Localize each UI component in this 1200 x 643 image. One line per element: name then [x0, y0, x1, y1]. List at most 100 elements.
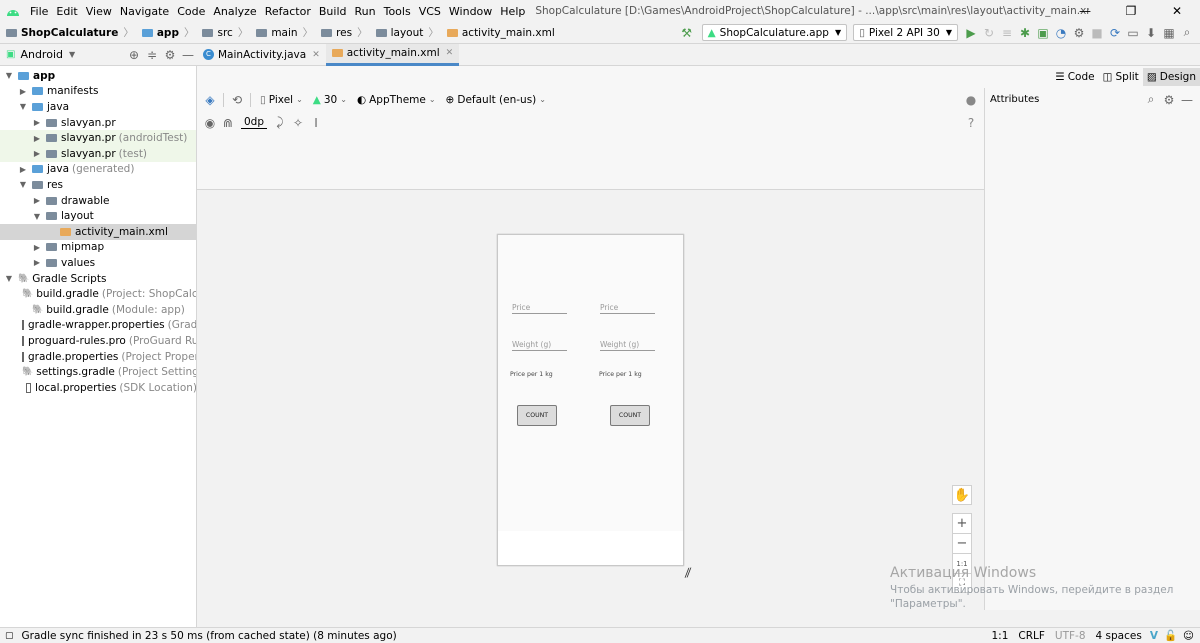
breadcrumb-file[interactable]: activity_main.xml: [443, 27, 559, 39]
breadcrumb-layout[interactable]: layout 〉: [372, 25, 443, 40]
tree-item[interactable]: 🐘settings.gradle(Project Settings): [0, 364, 196, 380]
device-select[interactable]: ▯ Pixel 2 API 30 ▼: [853, 24, 958, 41]
lock-icon[interactable]: 🔓: [1164, 629, 1177, 642]
apply-changes-icon[interactable]: ↻: [980, 24, 998, 42]
default-margin-select[interactable]: 0dp: [241, 116, 268, 129]
weight-field-1[interactable]: Weight (g): [512, 340, 567, 351]
locate-target-icon[interactable]: ⊕: [125, 46, 143, 64]
close-icon[interactable]: ✕: [1154, 4, 1200, 18]
gear-icon[interactable]: ⚙: [1160, 91, 1178, 109]
file-encoding[interactable]: UTF-8: [1055, 630, 1086, 642]
tree-item[interactable]: gradle.properties(Project Properties): [0, 349, 196, 365]
count-button-2[interactable]: COUNT: [610, 405, 650, 426]
tree-item[interactable]: ▶ mipmap: [0, 240, 196, 256]
menu-navigate[interactable]: Navigate: [116, 5, 173, 18]
chevron-down-icon[interactable]: ▼: [69, 50, 75, 59]
close-tab-icon[interactable]: ✕: [312, 50, 320, 60]
tree-item[interactable]: ▶ drawable: [0, 193, 196, 209]
sync-gradle-icon[interactable]: ⟳: [1106, 24, 1124, 42]
menu-window[interactable]: Window: [445, 5, 496, 18]
checkmark-icon[interactable]: V: [1150, 630, 1158, 642]
tree-item[interactable]: gradle-wrapper.properties(Gradle Version…: [0, 318, 196, 334]
code-view-button[interactable]: ☰ Code: [1051, 68, 1098, 86]
tree-item[interactable]: activity_main.xml: [0, 224, 196, 240]
tree-item[interactable]: ▶ slavyan.pr: [0, 115, 196, 131]
phone-preview[interactable]: Price Price Weight (g) Weight (g) Price …: [497, 234, 684, 566]
tree-item[interactable]: ▶ java (generated): [0, 162, 196, 178]
expand-arrow-icon[interactable]: ▼: [32, 212, 42, 221]
line-separator[interactable]: CRLF: [1018, 630, 1045, 642]
tab-activity-main[interactable]: activity_main.xml ✕: [325, 43, 460, 66]
expand-arrow-icon[interactable]: ▼: [18, 180, 28, 189]
menu-tools[interactable]: Tools: [380, 5, 415, 18]
sdk-manager-icon[interactable]: ⬇: [1142, 24, 1160, 42]
breadcrumb-app[interactable]: app 〉: [138, 25, 199, 40]
locale-select[interactable]: ⊕ Default (en-us) ⌄: [441, 94, 551, 106]
close-tab-icon[interactable]: ✕: [446, 48, 454, 58]
search-icon[interactable]: ⌕: [1178, 24, 1196, 42]
menu-vcs[interactable]: VCS: [415, 5, 445, 18]
tree-item[interactable]: 🐘build.gradle(Project: ShopCalculature): [0, 286, 196, 302]
minimize-icon[interactable]: —: [1062, 4, 1108, 18]
expand-arrow-icon[interactable]: ▶: [32, 149, 42, 158]
tree-item[interactable]: ▶ manifests: [0, 84, 196, 100]
expand-arrow-icon[interactable]: ▶: [32, 258, 42, 267]
coverage-icon[interactable]: ▣: [1034, 24, 1052, 42]
device-preview-select[interactable]: ▯ Pixel ⌄: [255, 94, 308, 106]
orientation-icon[interactable]: ⟲: [228, 91, 246, 109]
tree-item[interactable]: ▶ slavyan.pr (test): [0, 146, 196, 162]
expand-arrow-icon[interactable]: ▶: [32, 118, 42, 127]
theme-select[interactable]: ◐ AppTheme ⌄: [352, 94, 441, 106]
tab-mainactivity[interactable]: C MainActivity.java ✕: [197, 44, 326, 66]
tree-item[interactable]: ▼ app: [0, 68, 196, 84]
zoom-out-button[interactable]: −: [952, 533, 972, 553]
menu-file[interactable]: File: [26, 5, 52, 18]
menu-analyze[interactable]: Analyze: [209, 5, 260, 18]
warning-icon[interactable]: ●: [962, 91, 980, 109]
status-message[interactable]: Gradle sync finished in 23 s 50 ms (from…: [22, 630, 397, 642]
layout-inspector-icon[interactable]: ▦: [1160, 24, 1178, 42]
layers-icon[interactable]: ◈: [201, 91, 219, 109]
caret-position[interactable]: 1:1: [991, 630, 1008, 642]
tree-item[interactable]: local.properties (SDK Location): [0, 380, 196, 396]
apply-code-changes-icon[interactable]: ≡: [998, 24, 1016, 42]
menu-refactor[interactable]: Refactor: [261, 5, 315, 18]
guidelines-icon[interactable]: I: [307, 114, 325, 132]
split-view-button[interactable]: ◫ Split: [1099, 68, 1143, 86]
avd-manager-icon[interactable]: ▭: [1124, 24, 1142, 42]
project-view-select[interactable]: Android: [20, 48, 63, 61]
expand-arrow-icon[interactable]: ▶: [18, 87, 28, 96]
build-hammer-icon[interactable]: ⚒: [678, 24, 696, 42]
toggle-tool-windows-icon[interactable]: ▢: [5, 631, 14, 641]
gear-icon[interactable]: ⚙: [161, 46, 179, 64]
indent-setting[interactable]: 4 spaces: [1096, 630, 1142, 642]
expand-arrow-icon[interactable]: ▼: [18, 102, 28, 111]
tree-item[interactable]: ▼ java: [0, 99, 196, 115]
menu-help[interactable]: Help: [496, 5, 529, 18]
debug-icon[interactable]: ✱: [1016, 24, 1034, 42]
menu-code[interactable]: Code: [173, 5, 209, 18]
api-level-select[interactable]: ▲ 30 ⌄: [308, 94, 352, 106]
collapse-all-icon[interactable]: ≑: [143, 46, 161, 64]
event-log-icon[interactable]: ☺: [1183, 630, 1194, 642]
menu-build[interactable]: Build: [315, 5, 351, 18]
menu-view[interactable]: View: [82, 5, 116, 18]
expand-arrow-icon[interactable]: ▼: [4, 274, 14, 283]
design-view-button[interactable]: ▨ Design: [1142, 68, 1200, 86]
price-field-2[interactable]: Price: [600, 303, 655, 314]
menu-edit[interactable]: Edit: [52, 5, 81, 18]
stop-icon[interactable]: ■: [1088, 24, 1106, 42]
tree-item[interactable]: 🐘 build.gradle (Module: app): [0, 302, 196, 318]
weight-field-2[interactable]: Weight (g): [600, 340, 655, 351]
search-icon[interactable]: ⌕: [1142, 91, 1160, 109]
eye-icon[interactable]: ◉: [201, 114, 219, 132]
expand-arrow-icon[interactable]: ▶: [32, 134, 42, 143]
hide-panel-icon[interactable]: —: [179, 46, 197, 64]
breadcrumb-src[interactable]: src 〉: [198, 25, 252, 40]
count-button-1[interactable]: COUNT: [517, 405, 557, 426]
tree-item[interactable]: ▼ res: [0, 177, 196, 193]
attach-debugger-icon[interactable]: ⚙: [1070, 24, 1088, 42]
tree-item[interactable]: ▼ layout: [0, 208, 196, 224]
breadcrumb-res[interactable]: res 〉: [317, 25, 372, 40]
clear-constraints-icon[interactable]: ⤸: [271, 114, 289, 132]
